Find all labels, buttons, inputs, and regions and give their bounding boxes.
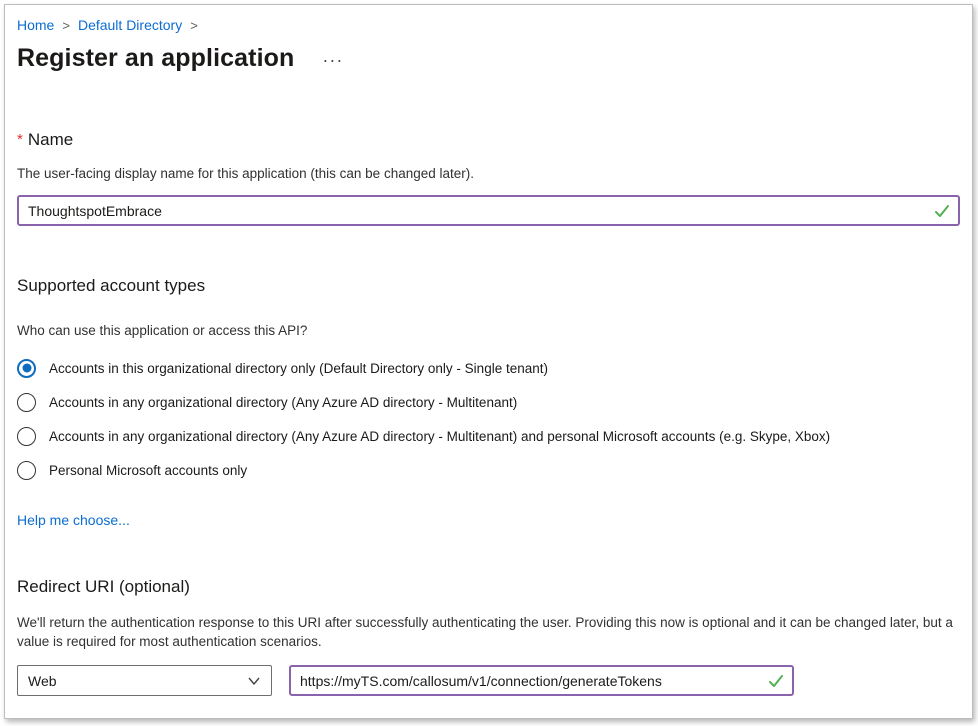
chevron-down-icon <box>247 674 261 691</box>
more-options-icon[interactable]: ··· <box>322 53 343 65</box>
name-label: * Name <box>17 130 960 150</box>
redirect-uri-input-wrap <box>289 665 794 696</box>
page-title: Register an application <box>17 44 294 73</box>
radio-unselected-icon[interactable] <box>17 461 36 480</box>
radio-option-multitenant-personal[interactable]: Accounts in any organizational directory… <box>17 419 960 453</box>
platform-select-value: Web <box>28 673 57 689</box>
breadcrumb-default-directory-link[interactable]: Default Directory <box>78 17 182 33</box>
breadcrumb: Home > Default Directory > <box>17 17 960 33</box>
redirect-uri-input[interactable] <box>289 665 794 696</box>
name-label-text: Name <box>28 130 73 149</box>
required-marker: * <box>17 131 23 148</box>
help-me-choose-link[interactable]: Help me choose... <box>17 512 130 528</box>
account-types-question: Who can use this application or access t… <box>17 323 960 338</box>
breadcrumb-separator-icon: > <box>62 18 70 33</box>
supported-account-types-section: Supported account types Who can use this… <box>17 276 960 530</box>
name-section: * Name The user-facing display name for t… <box>17 130 960 226</box>
breadcrumb-home-link[interactable]: Home <box>17 17 54 33</box>
radio-option-single-tenant[interactable]: Accounts in this organizational director… <box>17 351 960 385</box>
breadcrumb-separator-icon: > <box>190 18 198 33</box>
redirect-uri-description: We'll return the authentication response… <box>17 613 960 651</box>
name-description: The user-facing display name for this ap… <box>17 166 960 181</box>
radio-selected-icon[interactable] <box>17 359 36 378</box>
radio-unselected-icon[interactable] <box>17 393 36 412</box>
radio-option-label: Personal Microsoft accounts only <box>49 463 247 478</box>
account-types-radio-group: Accounts in this organizational director… <box>17 351 960 487</box>
radio-option-label: Accounts in any organizational directory… <box>49 395 517 410</box>
supported-account-types-heading: Supported account types <box>17 276 960 296</box>
name-input-wrap <box>17 195 960 226</box>
platform-select[interactable]: Web <box>17 665 272 696</box>
redirect-uri-row: Web <box>17 665 960 696</box>
radio-option-personal-only[interactable]: Personal Microsoft accounts only <box>17 453 960 487</box>
radio-option-label: Accounts in this organizational director… <box>49 361 548 376</box>
radio-option-multitenant[interactable]: Accounts in any organizational directory… <box>17 385 960 419</box>
title-row: Register an application ··· <box>17 44 960 73</box>
redirect-uri-section: Redirect URI (optional) We'll return the… <box>17 577 960 696</box>
radio-unselected-icon[interactable] <box>17 427 36 446</box>
name-input[interactable] <box>17 195 960 226</box>
register-application-page: Home > Default Directory > Register an a… <box>4 4 973 719</box>
radio-option-label: Accounts in any organizational directory… <box>49 429 830 444</box>
redirect-uri-heading: Redirect URI (optional) <box>17 577 960 597</box>
